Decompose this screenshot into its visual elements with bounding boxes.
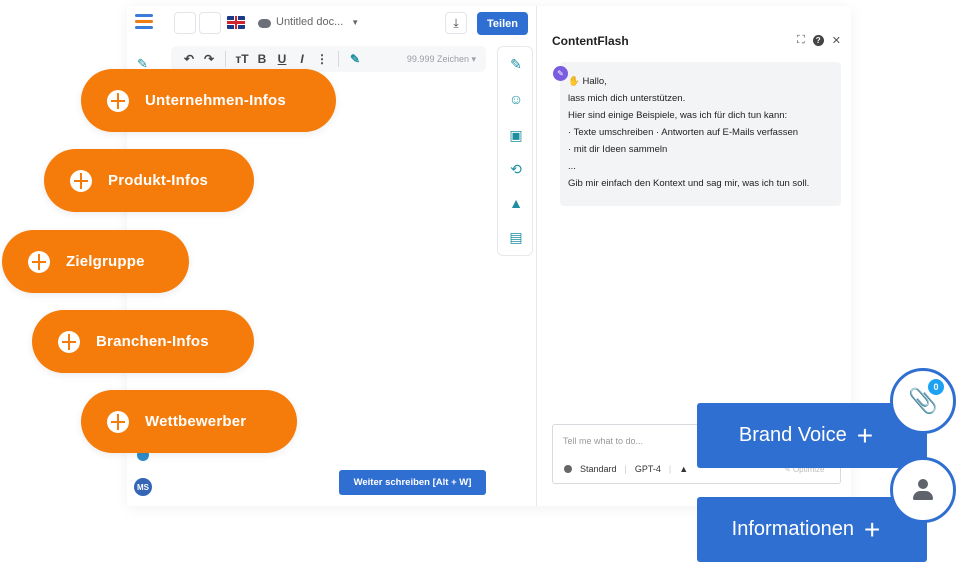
uk-flag-icon[interactable] (227, 16, 245, 29)
download-icon: ⤓ (453, 15, 459, 30)
underline-icon[interactable]: U (272, 52, 292, 66)
chat-greeting-text: Hallo, (582, 76, 607, 87)
expand-icon[interactable]: ⛶ (797, 34, 805, 47)
close-icon[interactable]: ✕ (832, 34, 841, 47)
pill-label: Wettbewerber (145, 413, 247, 430)
search-refresh-icon[interactable]: ⟲ (508, 161, 524, 177)
cloud-icon (258, 18, 271, 28)
brain-icon (58, 330, 80, 353)
avatar[interactable]: MS (134, 478, 152, 496)
stage: Untitled doc... ▼ ⤓ Teilen ↶ ↷ тT B U I … (0, 0, 963, 563)
tool-rail (497, 46, 533, 256)
pill-label: Produkt-Infos (108, 172, 209, 189)
panel-divider (536, 6, 537, 506)
panel-controls: ⛶ ? ✕ (797, 34, 841, 47)
image-add-icon[interactable]: ▣ (508, 127, 524, 143)
doc-option-box[interactable] (174, 12, 196, 34)
pill-wettbewerber[interactable]: Wettbewerber (81, 390, 297, 453)
character-count-text: 99.999 Zeichen (406, 53, 469, 64)
prompt-placeholder: Tell me what to do... (563, 436, 644, 446)
pill-label: Unternehmen-Infos (145, 92, 286, 109)
continue-writing-button[interactable]: Weiter schreiben [Alt + W] (339, 470, 486, 495)
user-button[interactable] (890, 457, 956, 523)
pill-zielgruppe[interactable]: Zielgruppe (2, 230, 189, 293)
chat-line: · Texte umschreiben · Antworten auf E-Ma… (568, 127, 799, 138)
help-icon[interactable]: ? (812, 35, 824, 46)
attachments-count-badge: 0 (928, 379, 944, 395)
download-button[interactable]: ⤓ (445, 12, 467, 34)
document-title[interactable]: Untitled doc... ▼ (258, 16, 359, 28)
bot-avatar-icon: ✎ (553, 66, 568, 81)
menu-icon[interactable] (135, 14, 153, 30)
brain-icon (107, 410, 129, 433)
plus-icon: + (856, 419, 874, 451)
pill-label: Branchen-Infos (96, 333, 209, 350)
panel-title: ContentFlash (552, 34, 629, 48)
feather-add-icon[interactable]: ✎ (508, 56, 524, 72)
separator: | (624, 464, 627, 474)
share-button[interactable]: Teilen (477, 12, 528, 35)
brand-voice-label: Brand Voice (738, 424, 847, 446)
toolbar-divider (338, 51, 339, 67)
attachments-button[interactable]: 📎 (890, 368, 956, 434)
mode-select[interactable]: Standard (580, 464, 617, 474)
toolbar-divider (225, 51, 226, 67)
redo-icon[interactable]: ↷ (199, 52, 219, 66)
undo-icon[interactable]: ↶ (179, 52, 199, 66)
chat-greeting: ✋ Hallo, (568, 73, 809, 90)
character-count[interactable]: 99.999 Zeichen ▾ (407, 54, 476, 65)
chat-line: ... (568, 161, 576, 172)
plus-icon: + (863, 513, 881, 545)
chat-line: · mit dir Ideen sammeln (568, 144, 668, 155)
chat-line: Hier sind einige Beispiele, was ich für … (568, 110, 788, 121)
person-icon (564, 465, 572, 473)
shapes-icon[interactable]: ▲ (679, 464, 688, 474)
informationen-button[interactable]: Informationen + (697, 497, 927, 562)
chat-message-text: ✋ Hallo, lass mich dich unterstützen. Hi… (568, 73, 809, 192)
pill-produkt-infos[interactable]: Produkt-Infos (44, 149, 254, 212)
pill-branchen-infos[interactable]: Branchen-Infos (32, 310, 254, 373)
brain-icon (28, 250, 50, 273)
shapes-icon[interactable]: ▲ (508, 195, 524, 211)
italic-icon[interactable]: I (292, 52, 312, 66)
informationen-label: Informationen (731, 518, 854, 540)
wave-icon: ✋ (568, 76, 580, 87)
model-select[interactable]: GPT-4 (635, 464, 661, 474)
text-size-icon[interactable]: тT (232, 52, 252, 66)
separator: | (668, 464, 672, 474)
more-options-icon[interactable]: ⋮ (312, 52, 332, 66)
document-title-text: Untitled doc... (276, 16, 344, 28)
chevron-down-icon: ▼ (351, 17, 360, 27)
bold-icon[interactable]: B (252, 52, 272, 66)
pill-label: Zielgruppe (66, 253, 145, 270)
prompt-options: Standard | GPT-4 | ▲ (564, 464, 688, 474)
pill-unternehmen-infos[interactable]: Unternehmen-Infos (81, 69, 336, 132)
robot-icon[interactable]: ☺ (508, 91, 524, 107)
chat-line: Gib mir einfach den Kontext und sag mir,… (568, 178, 810, 189)
brain-icon (107, 89, 129, 112)
brain-icon (70, 169, 92, 192)
notebook-icon[interactable]: ▤ (508, 229, 524, 245)
chat-line: lass mich dich unterstützen. (568, 93, 686, 104)
feather-icon[interactable]: ✎ (345, 52, 365, 66)
user-icon (912, 479, 934, 501)
doc-option-box[interactable] (199, 12, 221, 34)
